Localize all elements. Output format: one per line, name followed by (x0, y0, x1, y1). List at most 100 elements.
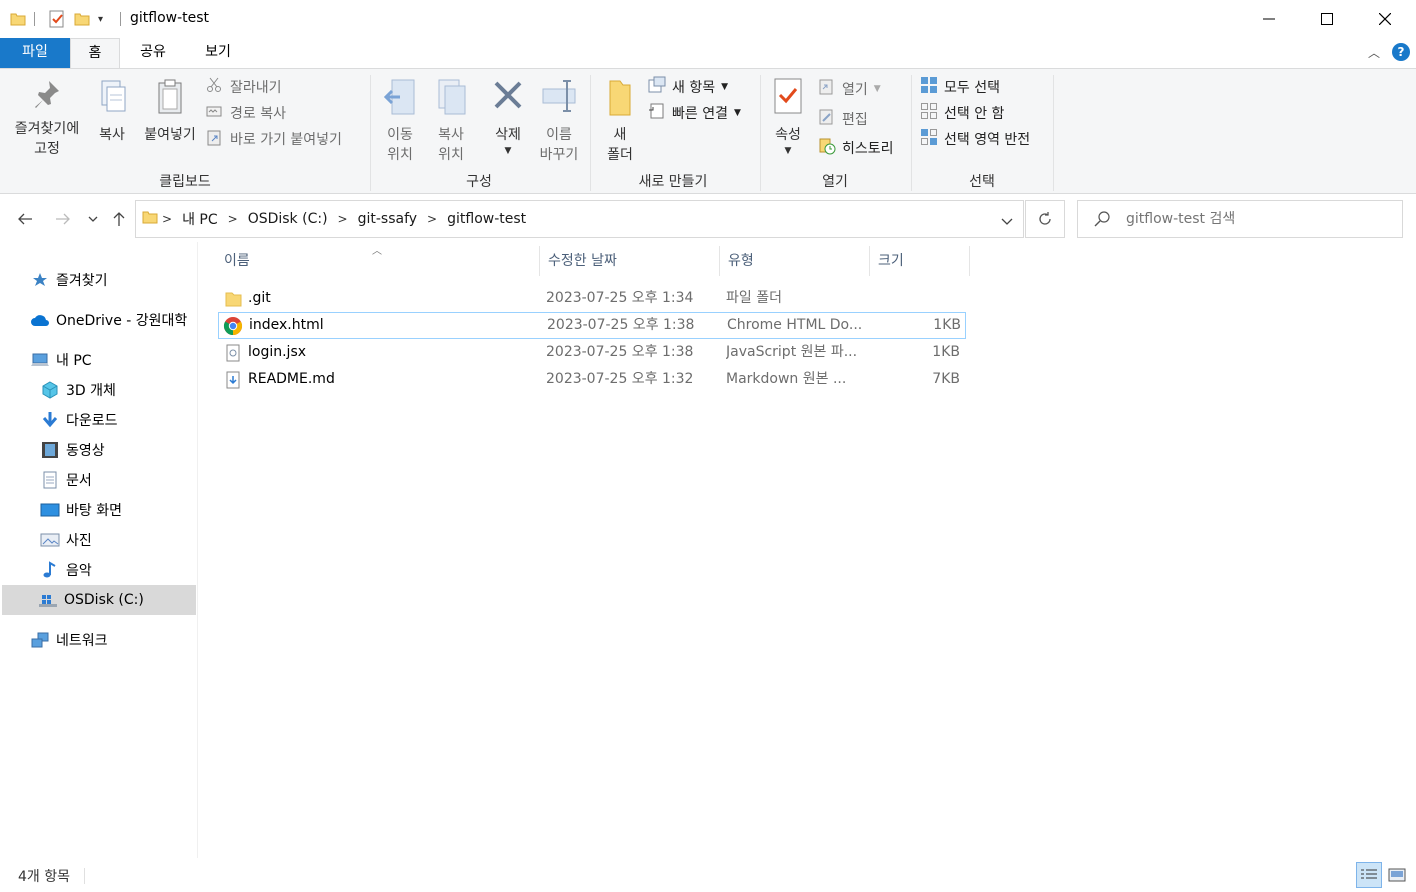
recent-locations-button[interactable] (82, 204, 104, 234)
chevron-right-icon[interactable]: > (427, 212, 437, 226)
chevron-right-icon[interactable]: > (228, 212, 238, 226)
column-header-size[interactable]: 크기 (870, 246, 970, 276)
item-count: 4개 항목 (18, 869, 70, 885)
file-row[interactable]: README.md 2023-07-25 오후 1:32 Markdown 원본… (218, 366, 966, 393)
new-folder-button[interactable]: 새 폴더 (598, 77, 642, 165)
nav-item-3d-objects[interactable]: 3D 개체 (40, 375, 196, 405)
properties-dropdown-icon[interactable]: ▼ (768, 145, 808, 157)
nav-item-desktop[interactable]: 바탕 화면 (40, 495, 196, 525)
details-view-button[interactable] (1356, 862, 1382, 888)
nav-item-label: 즐겨찾기 (56, 273, 108, 289)
navigation-pane: 즐겨찾기 OneDrive - 강원대학 내 PC 3D 개체 다운로드 동영상 (0, 242, 198, 858)
breadcrumb-this-pc[interactable]: 내 PC (182, 209, 218, 229)
arrow-up-icon (113, 212, 125, 226)
nav-item-this-pc[interactable]: 내 PC (30, 345, 196, 375)
breadcrumb-git-ssafy[interactable]: git-ssafy (358, 211, 417, 227)
chevron-right-icon[interactable]: > (338, 212, 348, 226)
rename-button[interactable]: 이름 바꾸기 (532, 77, 586, 165)
new-folder-icon (609, 80, 631, 116)
file-row[interactable]: login.jsx 2023-07-25 오후 1:38 JavaScript … (218, 339, 966, 366)
nav-item-label: 바탕 화면 (66, 503, 122, 519)
title-bar: ▾ gitflow-test (0, 0, 1416, 38)
paste-shortcut-label: 바로 가기 붙여넣기 (230, 132, 342, 148)
nav-item-onedrive[interactable]: OneDrive - 강원대학 (30, 305, 198, 335)
large-icons-view-button[interactable] (1384, 862, 1410, 888)
nav-item-music[interactable]: 음악 (40, 555, 196, 585)
copy-button[interactable]: 복사 (90, 77, 134, 145)
maximize-button[interactable] (1298, 0, 1356, 38)
search-box[interactable] (1077, 200, 1403, 238)
easy-access-button[interactable]: 빠른 연결 ▼ (648, 102, 741, 124)
copy-to-button[interactable]: 복사 위치 (428, 77, 474, 165)
minimize-button[interactable] (1240, 0, 1298, 38)
address-bar[interactable]: > 내 PC > OSDisk (C:) > git-ssafy > gitfl… (135, 200, 1024, 238)
tab-file[interactable]: 파일 (0, 38, 70, 68)
nav-item-label: 내 PC (56, 353, 92, 369)
folder-icon (223, 289, 243, 309)
file-date: 2023-07-25 오후 1:34 (546, 290, 694, 306)
nav-item-videos[interactable]: 동영상 (40, 435, 196, 465)
network-icon (30, 630, 50, 650)
organize-group-label: 구성 (466, 174, 492, 190)
column-header-type[interactable]: 유형 (720, 246, 870, 276)
minimize-icon (1263, 18, 1275, 20)
file-row[interactable]: .git 2023-07-25 오후 1:34 파일 폴더 (218, 285, 966, 312)
delete-dropdown-icon[interactable]: ▼ (486, 145, 530, 157)
nav-item-label: 사진 (66, 533, 92, 549)
search-input[interactable] (1126, 211, 1376, 227)
back-button[interactable] (12, 204, 38, 234)
pin-to-quick-access-button[interactable]: 즐겨찾기에 고정 (8, 77, 86, 159)
breadcrumb-gitflow-test[interactable]: gitflow-test (447, 211, 526, 227)
customize-quick-access-icon[interactable]: ▾ (98, 10, 103, 28)
edit-icon (818, 108, 838, 130)
new-folder-label: 새 폴더 (607, 127, 633, 163)
paste-button[interactable]: 붙여넣기 (138, 77, 202, 145)
refresh-button[interactable] (1025, 200, 1065, 238)
close-icon (1379, 13, 1391, 25)
file-date: 2023-07-25 오후 1:38 (547, 317, 695, 333)
close-button[interactable] (1356, 0, 1414, 38)
up-button[interactable] (106, 204, 132, 234)
cut-button[interactable]: 잘라내기 (206, 76, 282, 98)
forward-button[interactable] (50, 204, 76, 234)
nav-item-osdisk[interactable]: OSDisk (C:) (2, 585, 196, 615)
column-header-date[interactable]: 수정한 날짜 (540, 246, 720, 276)
edit-button[interactable]: 편집 (818, 108, 868, 130)
picture-icon (40, 530, 60, 550)
properties-quick-icon[interactable] (48, 10, 66, 28)
copy-path-button[interactable]: 경로 복사 (206, 102, 286, 124)
nav-item-downloads[interactable]: 다운로드 (40, 405, 196, 435)
tab-view[interactable]: 보기 (188, 38, 248, 68)
navigation-row: > 내 PC > OSDisk (C:) > git-ssafy > gitfl… (0, 196, 1416, 242)
collapse-ribbon-icon[interactable]: ︿ (1368, 44, 1380, 61)
paste-shortcut-button[interactable]: 바로 가기 붙여넣기 (206, 128, 342, 150)
help-icon[interactable]: ? (1392, 43, 1410, 61)
tab-share[interactable]: 공유 (124, 38, 182, 68)
nav-item-documents[interactable]: 문서 (40, 465, 196, 495)
open-button[interactable]: 열기 ▼ (818, 78, 881, 100)
open-label: 열기 (842, 82, 868, 98)
nav-item-network[interactable]: 네트워크 (30, 625, 196, 655)
new-item-button[interactable]: 새 항목 ▼ (648, 76, 728, 98)
file-name: .git (248, 290, 271, 306)
move-to-button[interactable]: 이동 위치 (376, 77, 424, 165)
history-button[interactable]: 히스토리 (818, 137, 894, 159)
breadcrumb-osdisk[interactable]: OSDisk (C:) (248, 211, 328, 227)
file-row[interactable]: index.html 2023-07-25 오후 1:38 Chrome HTM… (218, 312, 966, 339)
group-separator (760, 75, 761, 191)
column-header-name[interactable]: 이름 (216, 246, 540, 276)
delete-button[interactable]: 삭제 ▼ (486, 77, 530, 157)
new-item-dropdown-icon: ▼ (721, 82, 729, 92)
invert-selection-button[interactable]: 선택 영역 반전 (920, 128, 1030, 150)
select-all-button[interactable]: 모두 선택 (920, 76, 1000, 98)
chevron-right-icon[interactable]: > (162, 212, 172, 226)
nav-item-pictures[interactable]: 사진 (40, 525, 196, 555)
new-folder-quick-icon[interactable] (74, 10, 90, 28)
properties-button[interactable]: 속성 ▼ (768, 77, 808, 157)
address-history-chevron-icon[interactable] (1001, 214, 1013, 230)
file-size: 1KB (932, 344, 960, 360)
tab-home[interactable]: 홈 (70, 38, 120, 69)
paste-label: 붙여넣기 (144, 127, 196, 143)
select-none-button[interactable]: 선택 안 함 (920, 102, 1004, 124)
nav-item-favorites[interactable]: 즐겨찾기 (30, 265, 196, 295)
